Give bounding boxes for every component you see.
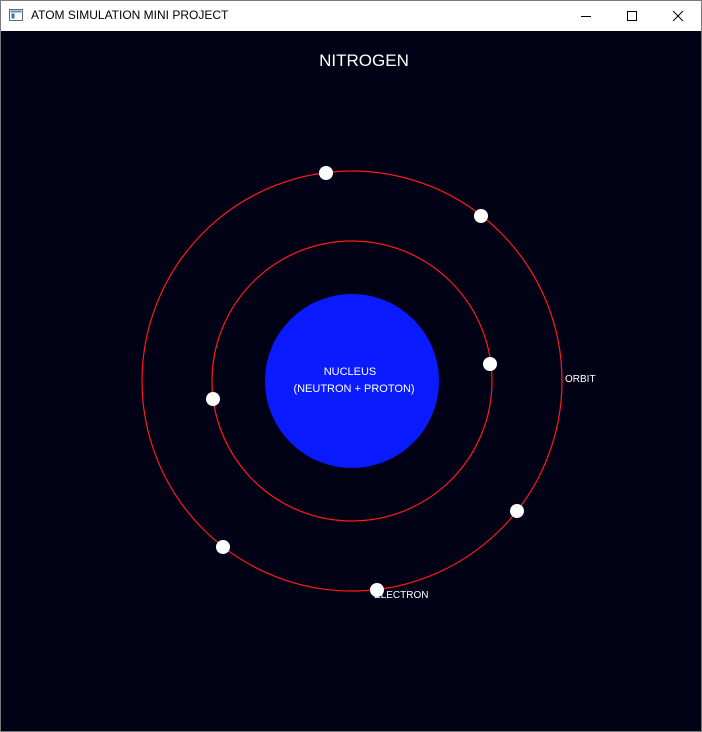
electron [370,583,384,597]
electron [510,504,524,518]
nucleus-composition: (NEUTRON + PROTON) [293,383,414,395]
electron [474,209,488,223]
element-title: NITROGEN [319,51,409,70]
minimize-icon [581,16,591,17]
maximize-icon [627,11,637,21]
app-window: ATOM SIMULATION MINI PROJECT NITROGEN NU… [0,0,702,732]
electron [216,540,230,554]
electron [483,357,497,371]
atom-diagram: NITROGEN NUCLEUS (NEUTRON + PROTON) ORBI… [141,51,596,601]
minimize-button[interactable] [563,1,609,31]
title-bar[interactable]: ATOM SIMULATION MINI PROJECT [1,1,701,31]
window-title: ATOM SIMULATION MINI PROJECT [31,8,229,22]
electron [206,392,220,406]
electron [319,166,333,180]
nucleus-label: NUCLEUS [324,366,377,378]
app-icon [9,9,23,21]
close-icon [672,10,684,22]
close-button[interactable] [655,1,701,31]
orbit-label: ORBIT [565,374,596,385]
nucleus [265,294,439,468]
maximize-button[interactable] [609,1,655,31]
simulation-canvas: NITROGEN NUCLEUS (NEUTRON + PROTON) ORBI… [1,31,701,731]
